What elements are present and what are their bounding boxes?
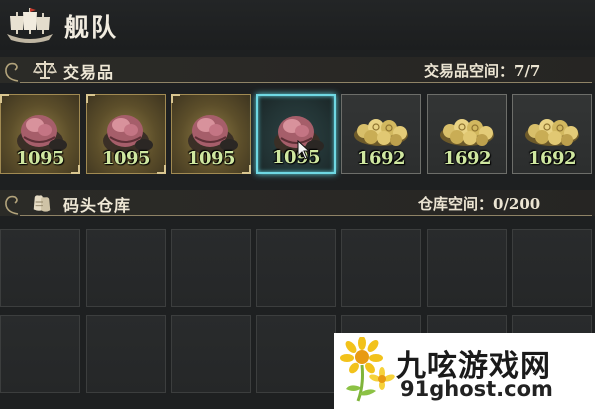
warehouse-capacity-label: 仓库空间： [418,195,494,213]
warehouse-sacks-icon [33,195,51,212]
sailing-ship-icon [7,8,53,43]
trade-section-header: 交易品 交易品空间：7/7 [0,57,595,83]
warehouse-section-header: 码头仓库 仓库空间：0/200 [0,190,595,216]
trade-slot[interactable]: 1095 [86,94,166,174]
trade-slot[interactable]: 1692 [341,94,421,174]
warehouse-slot[interactable] [171,229,251,307]
item-quantity: 1095 [186,148,236,169]
mouse-cursor-icon [297,140,311,160]
watermark-url: 91ghost.com [400,377,553,401]
corner-ornament [0,94,9,103]
trade-slot[interactable]: 1095 [0,94,80,174]
warehouse-section-label: 码头仓库 [63,196,132,215]
trade-capacity-label: 交易品空间： [424,62,515,80]
corner-ornament [86,94,95,103]
trade-slot[interactable]: 1692 [427,94,507,174]
trade-capacity: 交易品空间：7/7 [424,60,540,81]
trade-slot[interactable]: 1095 [171,94,251,174]
warehouse-slot[interactable] [171,315,251,393]
warehouse-slot[interactable] [86,229,166,307]
corner-ornament [171,94,180,103]
warehouse-slot[interactable] [0,315,80,393]
chrysanthemum-logo-icon [340,337,395,402]
trade-capacity-value: 7/7 [514,62,541,80]
scales-icon [33,61,57,79]
ornament-curl [5,62,19,82]
warehouse-slot[interactable] [427,229,507,307]
item-quantity: 1692 [527,148,577,169]
warehouse-capacity-value: 0/200 [493,195,541,213]
warehouse-slot[interactable] [256,229,336,307]
item-quantity: 1692 [442,148,492,169]
trade-slot-selected[interactable]: 1095 [256,94,336,174]
warehouse-slot[interactable] [512,229,592,307]
title-bar: 舰队 [0,0,595,50]
window-title: 舰队 [64,13,119,42]
item-quantity: 1095 [271,147,321,168]
warehouse-slot[interactable] [86,315,166,393]
warehouse-slot[interactable] [341,229,421,307]
warehouse-slot[interactable] [256,315,336,393]
item-quantity: 1095 [15,148,65,169]
trade-slot[interactable]: 1692 [512,94,592,174]
item-quantity: 1692 [356,148,406,169]
item-quantity: 1095 [101,148,151,169]
site-watermark: 九呟游戏网 91ghost.com [334,333,595,409]
trade-section-label: 交易品 [63,63,115,82]
ornament-curl [5,195,19,215]
warehouse-slot[interactable] [0,229,80,307]
warehouse-capacity: 仓库空间：0/200 [418,193,540,214]
